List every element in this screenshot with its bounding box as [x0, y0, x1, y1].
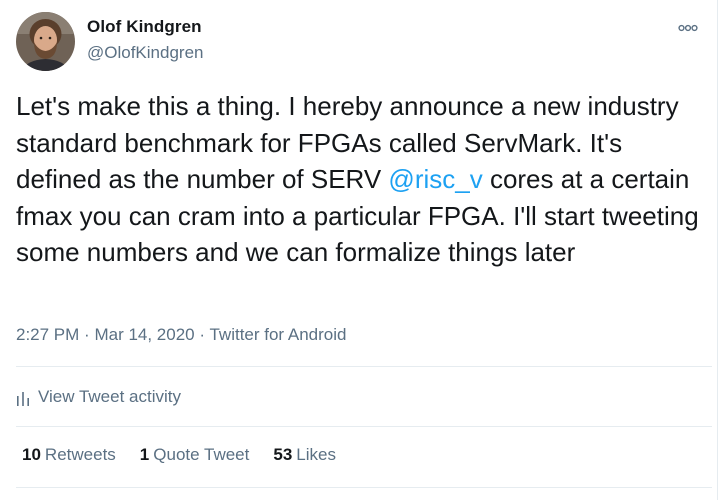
meta-separator: ·: [84, 325, 90, 344]
avatar-image: [16, 12, 75, 71]
tweet-source[interactable]: Twitter for Android: [209, 325, 346, 344]
tweet-time[interactable]: 2:27 PM: [16, 325, 79, 344]
retweets-label: Retweets: [44, 445, 116, 464]
divider: [16, 487, 712, 488]
meta-separator: ·: [199, 325, 206, 344]
column-border: [717, 0, 718, 500]
view-activity-label: View Tweet activity: [38, 387, 181, 406]
retweets-stat[interactable]: 10 Retweets: [22, 445, 116, 465]
quote-label: Quote Tweet: [153, 445, 250, 464]
likes-count: 53: [273, 445, 293, 464]
likes-stat[interactable]: 53 Likes: [273, 445, 336, 465]
tweet-card: Olof Kindgren @OlofKindgren Let's make t…: [0, 0, 720, 500]
avatar[interactable]: [16, 12, 75, 71]
author-handle[interactable]: @OlofKindgren: [87, 43, 204, 63]
more-options-icon[interactable]: [676, 20, 700, 36]
quote-tweet-stat[interactable]: 1 Quote Tweet: [140, 445, 250, 465]
quote-count: 1: [139, 445, 150, 464]
author-name[interactable]: Olof Kindgren: [87, 17, 202, 37]
divider: [16, 426, 712, 427]
tweet-meta: 2:27 PM · Mar 14, 2020 · Twitter for And…: [16, 325, 346, 345]
mention-link[interactable]: @risc_v: [388, 164, 482, 194]
likes-label: Likes: [296, 445, 336, 464]
tweet-stats: 10 Retweets 1 Quote Tweet 53 Likes: [22, 445, 360, 465]
view-activity-button[interactable]: View Tweet activity: [16, 384, 181, 410]
retweets-count: 10: [22, 445, 41, 464]
divider: [16, 366, 712, 367]
tweet-date[interactable]: Mar 14, 2020: [94, 325, 194, 344]
tweet-text: Let's make this a thing. I hereby announ…: [16, 88, 706, 271]
bar-chart-icon: [17, 392, 29, 406]
